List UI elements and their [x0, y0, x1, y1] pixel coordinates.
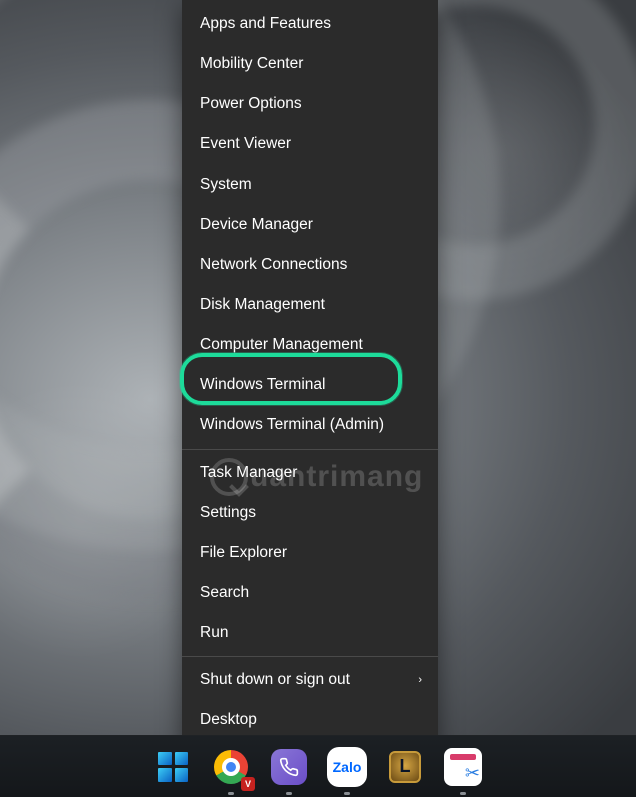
taskbar-start-button[interactable] — [151, 745, 195, 789]
taskbar-zalo[interactable]: Zalo — [325, 745, 369, 789]
menu-shut-down-label: Shut down or sign out — [200, 671, 350, 688]
menu-task-manager[interactable]: Task Manager — [182, 453, 438, 493]
chrome-badge: V — [241, 777, 255, 791]
menu-separator — [182, 449, 438, 450]
zalo-icon: Zalo — [327, 747, 367, 787]
running-indicator — [286, 792, 292, 795]
viber-icon — [271, 749, 307, 785]
winx-menu: Apps and Features Mobility Center Power … — [182, 0, 438, 749]
desktop: Apps and Features Mobility Center Power … — [0, 0, 636, 797]
menu-device-manager[interactable]: Device Manager — [182, 205, 438, 245]
menu-event-viewer[interactable]: Event Viewer — [182, 124, 438, 164]
menu-disk-management[interactable]: Disk Management — [182, 285, 438, 325]
menu-windows-terminal[interactable]: Windows Terminal — [182, 365, 438, 405]
menu-mobility-center[interactable]: Mobility Center — [182, 44, 438, 84]
menu-system[interactable]: System — [182, 165, 438, 205]
menu-settings[interactable]: Settings — [182, 493, 438, 533]
league-icon: L — [389, 751, 421, 783]
menu-power-options[interactable]: Power Options — [182, 84, 438, 124]
taskbar-league-of-legends[interactable]: L — [383, 745, 427, 789]
menu-search[interactable]: Search — [182, 573, 438, 613]
taskbar-snipping-tool[interactable]: ✂ — [441, 745, 485, 789]
running-indicator — [460, 792, 466, 795]
taskbar-viber[interactable] — [267, 745, 311, 789]
menu-network-connections[interactable]: Network Connections — [182, 245, 438, 285]
taskbar-chrome[interactable]: V — [209, 745, 253, 789]
menu-run[interactable]: Run — [182, 613, 438, 653]
menu-shut-down[interactable]: Shut down or sign out › — [182, 660, 438, 700]
windows-logo-icon — [158, 752, 188, 782]
running-indicator — [228, 792, 234, 795]
menu-separator — [182, 656, 438, 657]
menu-computer-management[interactable]: Computer Management — [182, 325, 438, 365]
menu-file-explorer[interactable]: File Explorer — [182, 533, 438, 573]
running-indicator — [344, 792, 350, 795]
snipping-tool-icon: ✂ — [444, 748, 482, 786]
menu-apps-features[interactable]: Apps and Features — [182, 4, 438, 44]
chevron-right-icon: › — [418, 673, 422, 687]
taskbar: V Zalo L ✂ — [0, 735, 636, 797]
menu-windows-terminal-admin[interactable]: Windows Terminal (Admin) — [182, 405, 438, 445]
